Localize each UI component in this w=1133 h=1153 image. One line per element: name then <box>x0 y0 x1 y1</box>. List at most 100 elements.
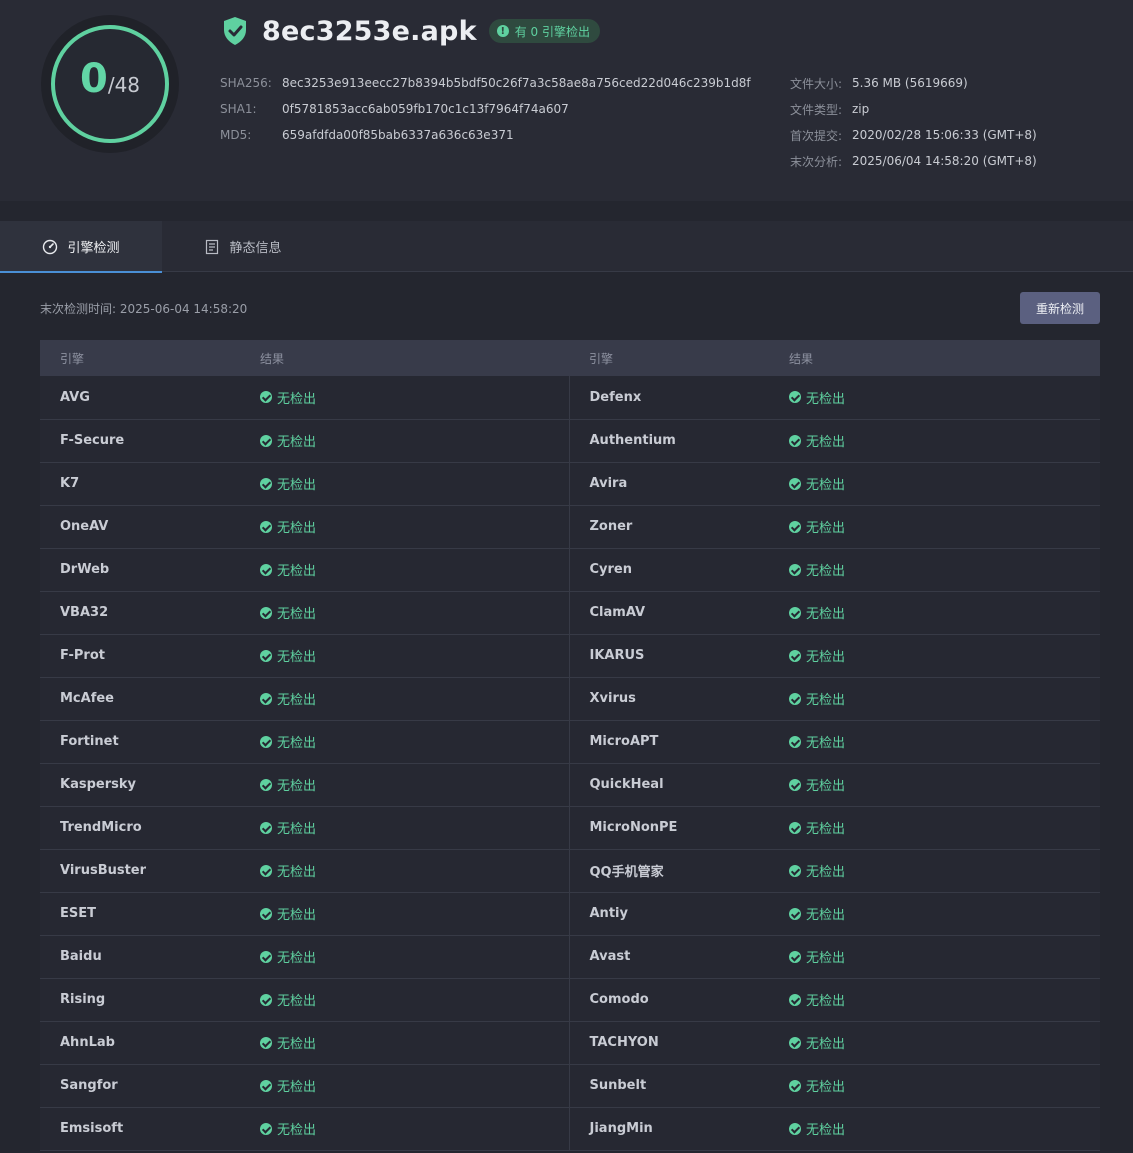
engine-rows: AVG 无检出 Defenx 无检出 F-Secure 无检出 Authentium 无检出 K… <box>40 376 1100 1151</box>
engine-result: 无检出 <box>789 775 1100 794</box>
engine-result: 无检出 <box>260 388 569 407</box>
engine-name: Zoner <box>568 505 769 549</box>
detection-score-ring: 0 /48 <box>41 15 179 153</box>
check-circle-icon <box>260 434 272 447</box>
hash-label: SHA1: <box>220 102 257 116</box>
check-circle-icon <box>789 1036 801 1049</box>
hash-list: SHA256: 8ec3253e913eecc27b8394b5bdf50c26… <box>220 70 751 148</box>
result-text: 无检出 <box>806 822 846 837</box>
check-circle-icon <box>260 864 272 877</box>
engine-name: K7 <box>40 462 240 506</box>
result-text: 无检出 <box>806 607 846 622</box>
meta-row-first-submit: 首次提交: 2020/02/28 15:06:33 (GMT+8) <box>790 122 1037 148</box>
engine-result: 无检出 <box>789 474 1100 493</box>
document-icon <box>206 239 219 254</box>
tab-label: 静态信息 <box>229 241 282 256</box>
result-text: 无检出 <box>806 1037 846 1052</box>
column-header-engine: 引擎 <box>60 351 85 366</box>
check-circle-icon <box>260 520 272 533</box>
table-row: Emsisoft 无检出 JiangMin 无检出 <box>40 1107 1100 1151</box>
engine-result-cell: 无检出 <box>240 419 569 463</box>
engine-result-cell: 无检出 <box>240 1107 569 1151</box>
engine-result-cell: 无检出 <box>240 1064 569 1108</box>
check-circle-icon <box>789 821 801 834</box>
result-text: 无检出 <box>277 822 317 837</box>
tab-static-info[interactable]: 静态信息 <box>162 221 324 272</box>
engine-result: 无检出 <box>260 732 569 751</box>
rescan-button[interactable]: 重新检测 <box>1020 292 1100 324</box>
engine-result-cell: 无检出 <box>769 548 1100 592</box>
result-text: 无检出 <box>806 779 846 794</box>
check-circle-icon <box>789 950 801 963</box>
meta-row-type: 文件类型: zip <box>790 96 1037 122</box>
check-circle-icon <box>789 391 801 404</box>
meta-value: 5.36 MB (5619669) <box>852 76 968 90</box>
tab-label: 引擎检测 <box>67 241 120 256</box>
hash-row-sha1: SHA1: 0f5781853acc6ab059fb170c1c13f7964f… <box>220 96 751 122</box>
engine-result: 无检出 <box>789 560 1100 579</box>
result-text: 无检出 <box>806 435 846 450</box>
check-circle-icon <box>260 735 272 748</box>
shield-check-icon <box>224 17 246 45</box>
result-text: 无检出 <box>277 951 317 966</box>
file-summary-header: 0 /48 8ec3253e.apk ! 有 0 引擎检出 SHA256: 8e… <box>0 0 1133 201</box>
tab-engine-detection[interactable]: 引擎检测 <box>0 221 162 273</box>
engine-name: Sangfor <box>40 1064 240 1108</box>
meta-row-last-analysis: 末次分析: 2025/06/04 14:58:20 (GMT+8) <box>790 148 1037 174</box>
check-circle-icon <box>260 1079 272 1092</box>
engine-result: 无检出 <box>260 904 569 923</box>
engine-result: 无检出 <box>789 603 1100 622</box>
engine-name: Fortinet <box>40 720 240 764</box>
check-circle-icon <box>789 735 801 748</box>
engine-total: /48 <box>107 73 141 97</box>
table-row: OneAV 无检出 Zoner 无检出 <box>40 505 1100 549</box>
engine-result-cell: 无检出 <box>240 1021 569 1065</box>
engine-result-cell: 无检出 <box>240 548 569 592</box>
column-header-engine: 引擎 <box>589 351 614 366</box>
engine-result: 无检出 <box>789 431 1100 450</box>
table-row: F-Prot 无检出 IKARUS 无检出 <box>40 634 1100 678</box>
engine-name: ClamAV <box>568 591 769 635</box>
engine-result: 无检出 <box>789 689 1100 708</box>
engine-result: 无检出 <box>260 861 569 880</box>
engine-name: F-Secure <box>40 419 240 463</box>
check-circle-icon <box>260 821 272 834</box>
engine-name: Defenx <box>568 376 769 420</box>
table-row: DrWeb 无检出 Cyren 无检出 <box>40 548 1100 592</box>
engine-name: QQ手机管家 <box>568 849 769 893</box>
engine-name: ESET <box>40 892 240 936</box>
engine-result-cell: 无检出 <box>240 376 569 420</box>
engine-name: Cyren <box>568 548 769 592</box>
engine-name: MicroNonPE <box>568 806 769 850</box>
check-circle-icon <box>260 606 272 619</box>
meta-label: 文件类型: <box>790 102 843 117</box>
engine-result-cell: 无检出 <box>769 1107 1100 1151</box>
engine-name: Comodo <box>568 978 769 1022</box>
engine-result-cell: 无检出 <box>769 1021 1100 1065</box>
engine-name: VirusBuster <box>40 849 240 893</box>
engine-name: AhnLab <box>40 1021 240 1065</box>
gauge-icon <box>43 239 58 254</box>
engine-name: Sunbelt <box>568 1064 769 1108</box>
engine-result-cell: 无检出 <box>769 935 1100 979</box>
meta-label: 首次提交: <box>790 128 843 143</box>
check-circle-icon <box>260 907 272 920</box>
engine-name: OneAV <box>40 505 240 549</box>
engine-name: TrendMicro <box>40 806 240 850</box>
engine-name: F-Prot <box>40 634 240 678</box>
table-row: VBA32 无检出 ClamAV 无检出 <box>40 591 1100 635</box>
check-circle-icon <box>789 993 801 1006</box>
engine-results-table: 引擎 结果 引擎 结果 AVG 无检出 Defenx 无检出 F-Secure 无检出 Au… <box>40 340 1100 1151</box>
result-text: 无检出 <box>277 607 317 622</box>
check-circle-icon <box>260 563 272 576</box>
result-text: 无检出 <box>277 521 317 536</box>
engine-result: 无检出 <box>260 990 569 1009</box>
engine-result-cell: 无检出 <box>240 505 569 549</box>
result-text: 无检出 <box>277 779 317 794</box>
engine-name: QuickHeal <box>568 763 769 807</box>
result-text: 无检出 <box>277 435 317 450</box>
engine-result-cell: 无检出 <box>769 505 1100 549</box>
hash-row-sha256: SHA256: 8ec3253e913eecc27b8394b5bdf50c26… <box>220 70 751 96</box>
engine-name: VBA32 <box>40 591 240 635</box>
engine-result: 无检出 <box>260 1033 569 1052</box>
